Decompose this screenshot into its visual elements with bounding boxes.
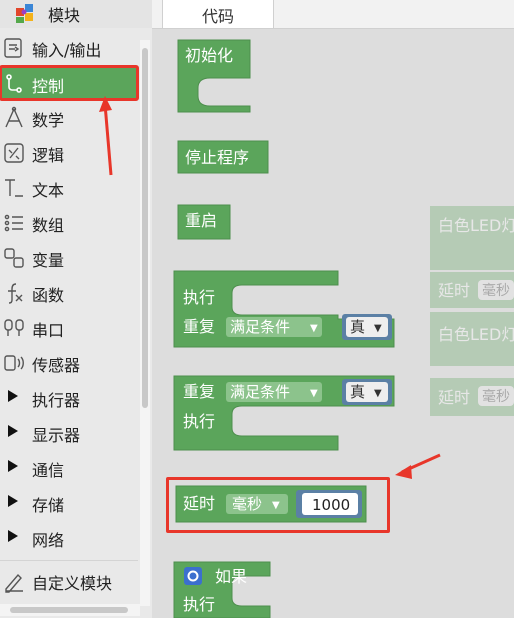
gear-icon[interactable] — [184, 567, 202, 585]
condition-mode-label: 满足条件 — [230, 383, 290, 401]
repeat-label: 重复 — [183, 382, 215, 401]
condition-mode-label: 满足条件 — [230, 318, 290, 336]
ghost-blocks: 白色LED灯 延时 毫秒 白色LED灯 延时 毫秒 — [430, 206, 514, 416]
execute-label: 执行 — [183, 288, 215, 307]
dropdown-arrow-icon: ▼ — [310, 323, 318, 334]
if-label: 如果 — [215, 567, 247, 586]
if-block[interactable]: 如果 执行 — [173, 561, 271, 618]
repeat-label: 重复 — [183, 317, 215, 336]
boolean-label: 真 — [350, 383, 365, 401]
restart-label: 重启 — [185, 211, 217, 230]
ghost-unit-label: 毫秒 — [482, 282, 510, 299]
ghost-led-label: 白色LED灯 — [438, 216, 514, 235]
ghost-delay-label: 延时 — [438, 388, 470, 407]
execute-label: 执行 — [183, 595, 215, 614]
dropdown-arrow-icon: ▼ — [374, 388, 382, 399]
dropdown-arrow-icon: ▼ — [374, 323, 382, 334]
boolean-label: 真 — [350, 318, 365, 336]
while-do-block[interactable]: 重复 满足条件 ▼ 真 ▼ 执行 — [173, 375, 395, 451]
stop-program-block[interactable]: 停止程序 — [177, 140, 269, 174]
execute-label: 执行 — [183, 412, 215, 431]
delay-block-highlight — [166, 477, 390, 533]
init-block[interactable]: 初始化 — [177, 39, 251, 113]
annotation-arrows — [99, 96, 441, 479]
restart-block[interactable]: 重启 — [177, 204, 231, 240]
stop-label: 停止程序 — [185, 148, 249, 167]
dropdown-arrow-icon: ▼ — [310, 388, 318, 399]
ghost-led-label: 白色LED灯 — [438, 325, 514, 344]
do-while-block[interactable]: 执行 重复 满足条件 ▼ 真 ▼ — [173, 270, 395, 348]
ghost-unit-label: 毫秒 — [482, 388, 510, 405]
ghost-delay-label: 延时 — [438, 281, 470, 300]
init-label: 初始化 — [185, 46, 233, 65]
